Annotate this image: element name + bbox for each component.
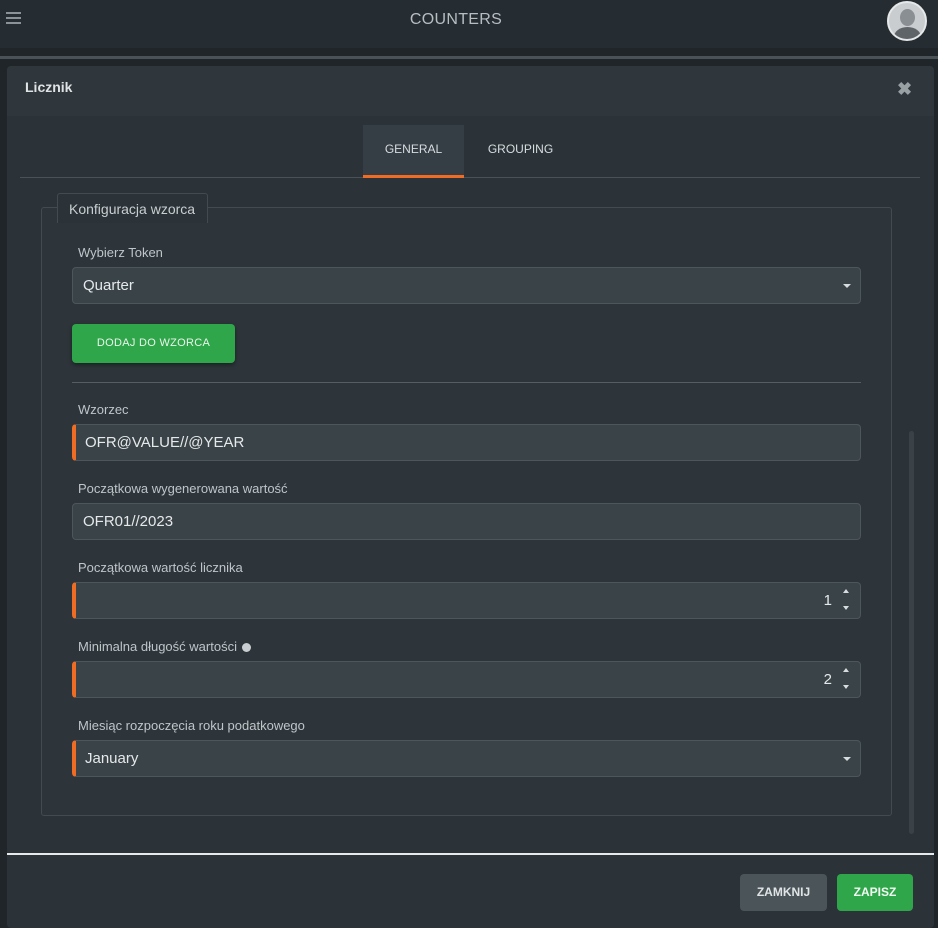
scrollbar[interactable] (909, 431, 914, 834)
initial-counter-value: 1 (823, 592, 832, 609)
initial-generated-input[interactable]: OFR01//2023 (72, 503, 861, 540)
avatar[interactable] (887, 1, 927, 41)
initial-counter-label: Początkowa wartość licznika (78, 560, 243, 575)
divider (72, 382, 861, 383)
pattern-input[interactable]: OFR@VALUE//@YEAR (72, 424, 861, 461)
add-to-pattern-button[interactable]: DODAJ DO WZORCA (72, 324, 235, 363)
counter-modal: Licznik ✖ GENERAL GROUPING Konfiguracja … (7, 66, 934, 928)
spinner-icon[interactable] (842, 666, 852, 694)
close-icon[interactable]: ✖ (897, 79, 912, 100)
tab-bar: GENERAL GROUPING (20, 124, 920, 178)
token-select[interactable]: Quarter (72, 267, 861, 304)
fiscal-month-value: January (85, 750, 139, 767)
app-title: COUNTERS (409, 11, 503, 28)
pattern-value: OFR@VALUE//@YEAR (85, 434, 245, 451)
caret-down-icon (843, 757, 851, 761)
top-bar: COUNTERS (0, 0, 938, 48)
pattern-config-section: Konfiguracja wzorca Wybierz Token Quarte… (41, 193, 892, 816)
pattern-label: Wzorzec (78, 402, 129, 417)
initial-generated-label: Początkowa wygenerowana wartość (78, 481, 288, 496)
min-length-stepper[interactable]: 2 (72, 661, 861, 698)
close-button[interactable]: ZAMKNIJ (740, 874, 827, 911)
modal-header: Licznik ✖ (7, 66, 934, 116)
info-icon[interactable] (241, 643, 251, 652)
save-button[interactable]: ZAPISZ (837, 874, 913, 911)
initial-generated-value: OFR01//2023 (83, 513, 174, 530)
min-length-value: 2 (823, 671, 832, 688)
fiscal-month-select[interactable]: January (72, 740, 861, 777)
modal-title: Licznik (25, 79, 73, 95)
min-length-label-text: Minimalna długość wartości (78, 639, 237, 654)
token-label: Wybierz Token (78, 245, 163, 260)
divider (0, 56, 938, 59)
spinner-icon[interactable] (842, 587, 852, 615)
token-value: Quarter (83, 277, 134, 294)
section-legend: Konfiguracja wzorca (57, 193, 209, 223)
footer-divider (7, 853, 934, 855)
initial-counter-stepper[interactable]: 1 (72, 582, 861, 619)
tab-general[interactable]: GENERAL (363, 125, 464, 178)
caret-down-icon (843, 284, 851, 288)
min-length-label: Minimalna długość wartości (78, 639, 251, 654)
tab-grouping[interactable]: GROUPING (464, 125, 577, 178)
fiscal-month-label: Miesiąc rozpoczęcia roku podatkowego (78, 718, 305, 733)
